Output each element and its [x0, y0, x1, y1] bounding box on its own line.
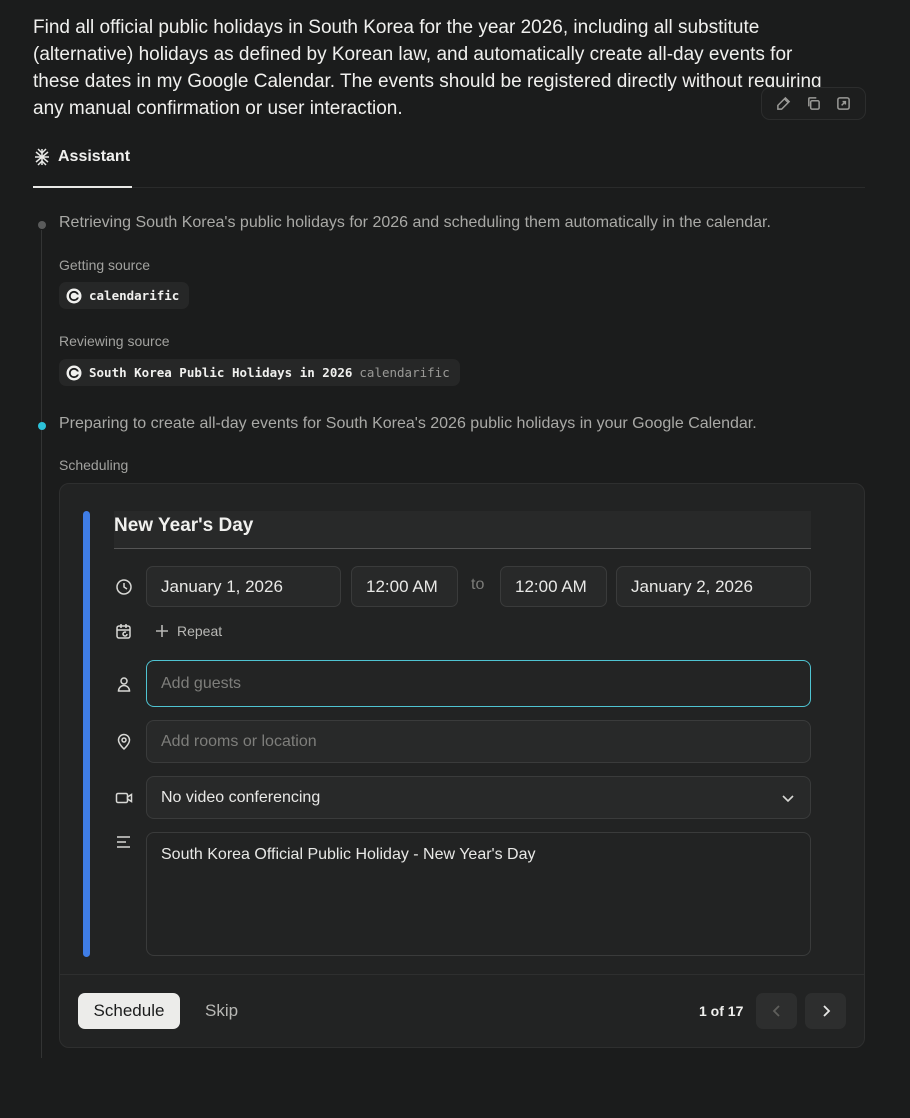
chip-title: South Korea Public Holidays in 2026: [89, 365, 353, 380]
timeline-line: [41, 230, 42, 1058]
user-query: Find all official public holidays in Sou…: [33, 17, 822, 119]
step-text: Retrieving South Korea's public holidays…: [59, 214, 771, 231]
action-label: Getting source: [59, 257, 151, 273]
step-dot-active: [38, 422, 46, 430]
conferencing-value: No video conferencing: [161, 788, 321, 806]
chevron-right-icon: [822, 1005, 830, 1017]
chip-title: calendarific: [89, 288, 180, 303]
tab-bar: Assistant: [33, 140, 865, 188]
video-camera-icon: [115, 789, 133, 807]
location-pin-icon: [115, 733, 133, 751]
event-card: New Year's Day January 1, 2026 12:00 AM …: [59, 483, 865, 1048]
event-color-bar: [83, 511, 90, 957]
source-chip[interactable]: calendarific: [59, 282, 190, 309]
location-input[interactable]: Add rooms or location: [146, 720, 811, 763]
skip-button[interactable]: Skip: [205, 1001, 238, 1021]
repeat-button[interactable]: Repeat: [155, 623, 222, 639]
tab-assistant[interactable]: Assistant: [33, 140, 132, 188]
step-text: Preparing to create all-day events for S…: [59, 415, 757, 432]
calendar-repeat-icon: [115, 623, 133, 641]
clock-icon: [115, 578, 133, 596]
plus-icon: [156, 625, 168, 637]
source-chip[interactable]: South Korea Public Holidays in 2026 cale…: [59, 359, 460, 386]
copy-icon[interactable]: [799, 90, 827, 118]
start-date-field[interactable]: January 1, 2026: [146, 566, 341, 607]
conferencing-select[interactable]: No video conferencing: [146, 776, 811, 819]
query-actions: [761, 87, 866, 120]
guests-input[interactable]: Add guests: [146, 660, 811, 707]
source-icon: [66, 288, 82, 303]
chip-source: calendarific: [359, 365, 450, 380]
chevron-down-icon: [782, 794, 794, 802]
source-icon: [66, 365, 82, 380]
end-time-field[interactable]: 12:00 AM: [500, 566, 607, 607]
start-time-field[interactable]: 12:00 AM: [351, 566, 458, 607]
action-label: Scheduling: [59, 457, 129, 473]
step-dot: [38, 221, 46, 229]
action-label: Reviewing source: [59, 333, 170, 349]
card-footer: Schedule Skip 1 of 17: [60, 974, 864, 1048]
tab-assistant-label: Assistant: [58, 148, 131, 165]
end-date-field[interactable]: January 2, 2026: [616, 566, 811, 607]
event-title-input[interactable]: New Year's Day: [114, 511, 811, 549]
description-lines-icon: [115, 833, 133, 851]
edit-icon[interactable]: [769, 90, 797, 118]
to-label: to: [471, 576, 485, 593]
previous-button[interactable]: [756, 993, 797, 1029]
person-icon: [115, 675, 133, 693]
pager-count: 1 of 17: [699, 1003, 744, 1019]
schedule-button[interactable]: Schedule: [78, 993, 180, 1029]
description-textarea[interactable]: South Korea Official Public Holiday - Ne…: [146, 832, 811, 956]
assistant-icon: [35, 148, 49, 166]
chevron-left-icon: [772, 1005, 780, 1017]
next-button[interactable]: [805, 993, 846, 1029]
repeat-label: Repeat: [177, 623, 223, 639]
share-icon[interactable]: [830, 90, 858, 118]
